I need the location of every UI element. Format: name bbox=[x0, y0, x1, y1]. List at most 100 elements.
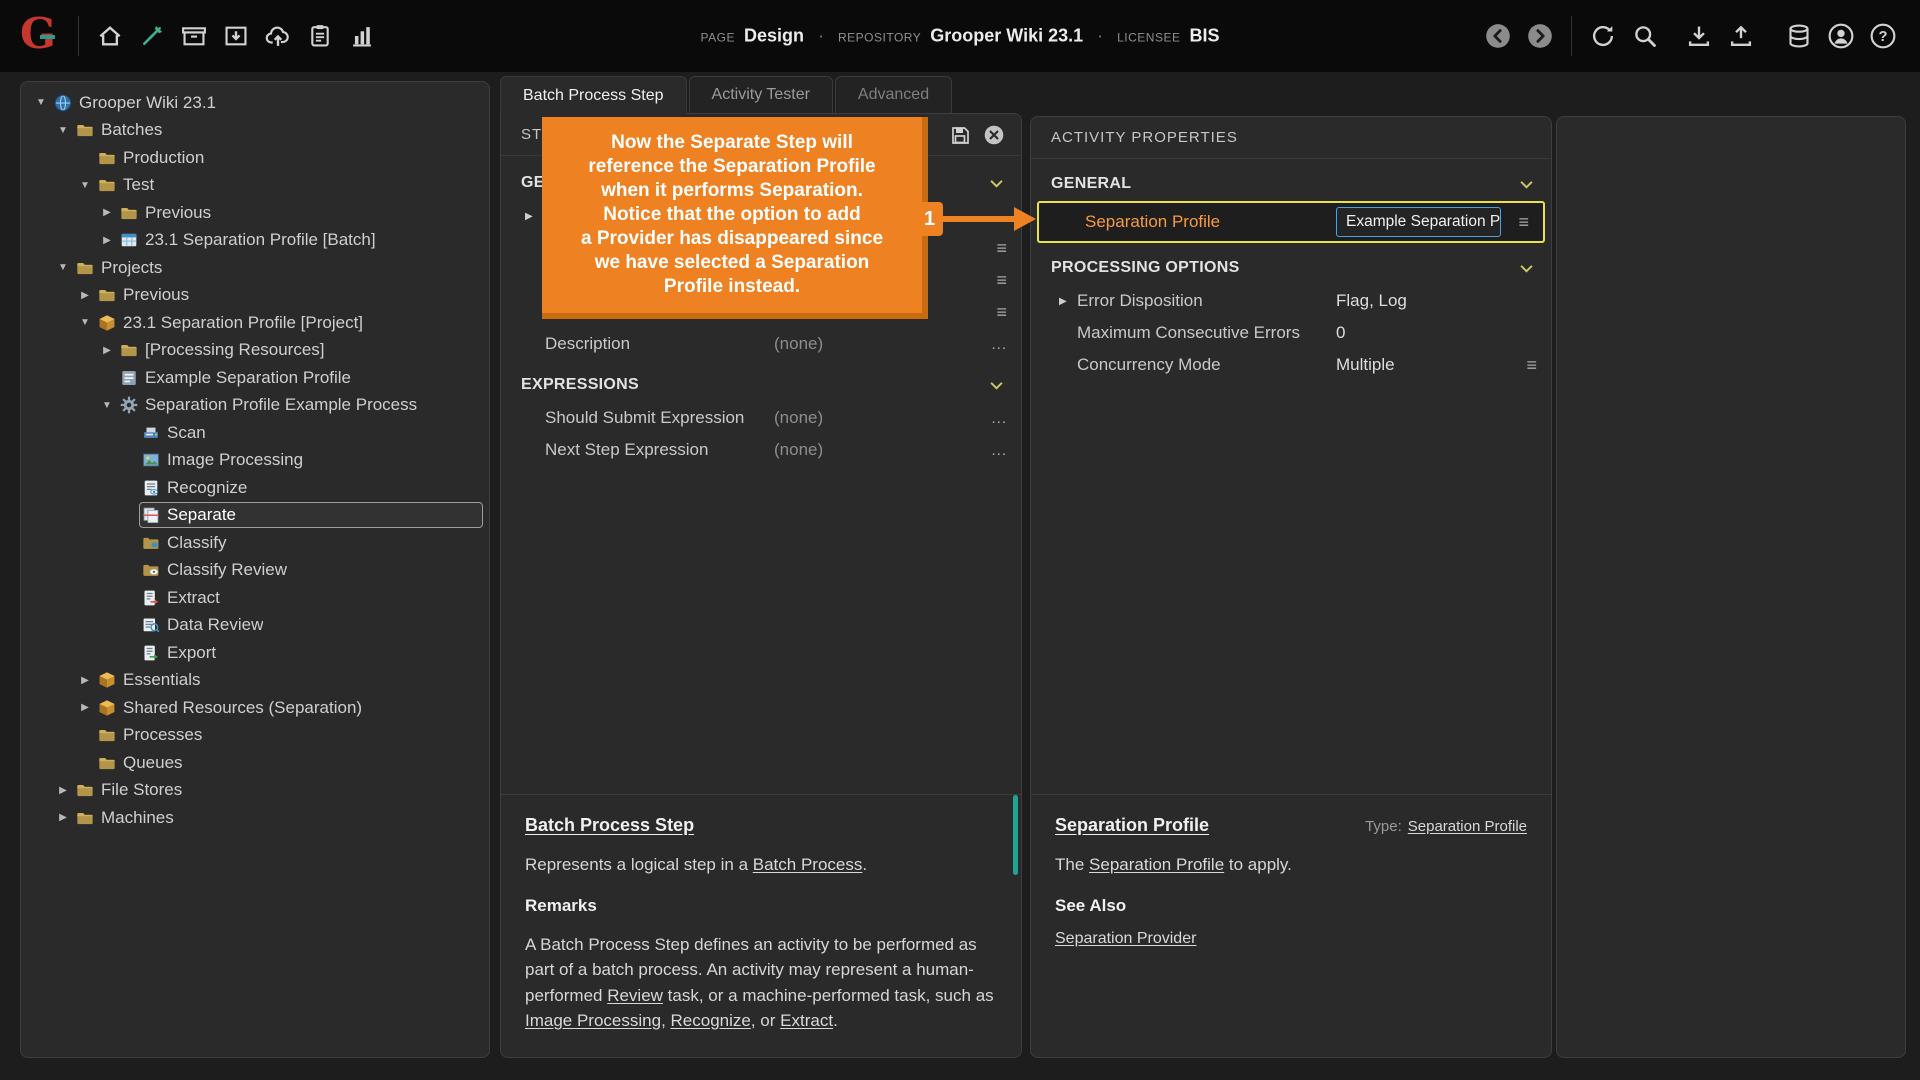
tasks-clipboard-button[interactable] bbox=[301, 17, 339, 55]
save-button[interactable] bbox=[945, 120, 975, 150]
menu-icon[interactable]: ≡ bbox=[1515, 355, 1537, 376]
help-link[interactable]: Image Processing bbox=[525, 1011, 661, 1030]
tree-expander-icon[interactable]: ▶ bbox=[97, 345, 117, 356]
tree-item-classify-review[interactable]: Classify Review bbox=[21, 557, 489, 585]
see-also-link[interactable]: Separation Provider bbox=[1055, 930, 1527, 948]
property-row-maximum-consecutive-errors[interactable]: Maximum Consecutive Errors 0 bbox=[1031, 317, 1551, 349]
grooper-logo[interactable]: G bbox=[20, 13, 56, 55]
tree-item-previous[interactable]: ▶ Previous bbox=[21, 282, 489, 310]
ellipsis-button[interactable]: ... bbox=[985, 336, 1007, 353]
user-button[interactable] bbox=[1822, 17, 1860, 55]
help-title-link[interactable]: Batch Process Step bbox=[525, 815, 694, 836]
tree-expander-icon[interactable]: ▼ bbox=[97, 400, 117, 411]
tree-item-extract[interactable]: Extract bbox=[21, 584, 489, 612]
tree-item-processes[interactable]: Processes bbox=[21, 722, 489, 750]
tree-expander-icon[interactable]: ▶ bbox=[97, 235, 117, 246]
inbox-button[interactable] bbox=[217, 17, 255, 55]
back-button[interactable] bbox=[1479, 17, 1517, 55]
tree-item-batches[interactable]: ▼ Batches bbox=[21, 117, 489, 145]
tree-item-classify[interactable]: Classify bbox=[21, 529, 489, 557]
property-row-next-step-expression[interactable]: Next Step Expression (none)... bbox=[501, 434, 1021, 466]
property-row-separation-profile[interactable]: Separation Profile Example Separation Pro… bbox=[1037, 201, 1545, 243]
tree-expander-icon[interactable]: ▶ bbox=[75, 702, 95, 713]
help-link[interactable]: Separation Profile bbox=[1089, 855, 1224, 874]
download-button[interactable] bbox=[1680, 17, 1718, 55]
tree-item-separation-profile-example-process[interactable]: ▼ Separation Profile Example Process bbox=[21, 392, 489, 420]
tree-expander-icon[interactable]: ▶ bbox=[53, 812, 73, 823]
archive-box-button[interactable] bbox=[175, 17, 213, 55]
upload-button[interactable] bbox=[1722, 17, 1760, 55]
tree-item-essentials[interactable]: ▶ Essentials bbox=[21, 667, 489, 695]
stats-chart-button[interactable] bbox=[343, 17, 381, 55]
tree-expander-icon[interactable]: ▼ bbox=[53, 125, 73, 136]
tree-expander-icon[interactable]: ▶ bbox=[97, 207, 117, 218]
tree-item-export[interactable]: Export bbox=[21, 639, 489, 667]
tree-item-projects[interactable]: ▼ Projects bbox=[21, 254, 489, 282]
menu-icon[interactable]: ≡ bbox=[985, 270, 1007, 291]
help-button[interactable]: ? bbox=[1864, 17, 1902, 55]
tree-item-test[interactable]: ▼ Test bbox=[21, 172, 489, 200]
tree-item-previous[interactable]: ▶ Previous bbox=[21, 199, 489, 227]
menu-icon[interactable]: ≡ bbox=[1507, 212, 1529, 233]
tree-expander-icon[interactable]: ▼ bbox=[75, 317, 95, 328]
tree-item-shared-resources-separation[interactable]: ▶ Shared Resources (Separation) bbox=[21, 694, 489, 722]
expand-arrow-icon[interactable]: ▶ bbox=[525, 211, 533, 222]
help-link[interactable]: Review bbox=[607, 986, 663, 1005]
home-button[interactable] bbox=[91, 17, 129, 55]
expand-arrow-icon[interactable]: ▶ bbox=[1059, 296, 1067, 307]
close-button[interactable] bbox=[979, 120, 1009, 150]
tree-item-queues[interactable]: Queues bbox=[21, 749, 489, 777]
tree-item-23-1-separation-profile-project[interactable]: ▼ 23.1 Separation Profile [Project] bbox=[21, 309, 489, 337]
tree-item-machines[interactable]: ▶ Machines bbox=[21, 804, 489, 832]
tree-expander-icon[interactable]: ▼ bbox=[75, 180, 95, 191]
help-title-link[interactable]: Separation Profile bbox=[1055, 815, 1209, 836]
property-row-error-disposition[interactable]: ▶ Error Disposition Flag, Log bbox=[1031, 285, 1551, 317]
chevron-down-icon[interactable] bbox=[990, 381, 1003, 390]
upload-cloud-button[interactable] bbox=[259, 17, 297, 55]
tree-item-processing-resources[interactable]: ▶ [Processing Resources] bbox=[21, 337, 489, 365]
help-link[interactable]: Extract bbox=[780, 1011, 833, 1030]
tree-expander-icon[interactable]: ▼ bbox=[53, 262, 73, 273]
tab-advanced[interactable]: Advanced bbox=[834, 76, 953, 113]
property-row-should-submit-expression[interactable]: Should Submit Expression (none)... bbox=[501, 402, 1021, 434]
help-link[interactable]: Recognize bbox=[671, 1011, 751, 1030]
tree-item-23-1-separation-profile-batch[interactable]: ▶ 23.1 Separation Profile [Batch] bbox=[21, 227, 489, 255]
type-value-link[interactable]: Separation Profile bbox=[1408, 818, 1527, 835]
tree-item-image-processing[interactable]: Image Processing bbox=[21, 447, 489, 475]
scrollbar-thumb[interactable] bbox=[1013, 795, 1018, 875]
tree-item-scan[interactable]: Scan bbox=[21, 419, 489, 447]
chevron-down-icon[interactable] bbox=[990, 179, 1003, 188]
database-button[interactable] bbox=[1780, 17, 1818, 55]
help-title-row: Separation Profile Type: Separation Profi… bbox=[1055, 815, 1527, 836]
tree-item-separate[interactable]: Separate bbox=[21, 502, 489, 530]
ellipsis-button[interactable]: ... bbox=[985, 442, 1007, 459]
refresh-button[interactable] bbox=[1584, 17, 1622, 55]
tree-expander-icon[interactable]: ▶ bbox=[75, 675, 95, 686]
menu-icon[interactable]: ≡ bbox=[985, 238, 1007, 259]
tree-expander-icon[interactable]: ▶ bbox=[53, 785, 73, 796]
tab-batch-process-step[interactable]: Batch Process Step bbox=[500, 76, 687, 114]
chevron-down-icon[interactable] bbox=[1520, 264, 1533, 273]
chevron-down-icon[interactable] bbox=[1520, 180, 1533, 189]
tree-item-file-stores[interactable]: ▶ File Stores bbox=[21, 777, 489, 805]
section-expressions[interactable]: EXPRESSIONS bbox=[501, 368, 1021, 402]
section-processing-options[interactable]: PROCESSING OPTIONS bbox=[1031, 251, 1551, 285]
property-row-description[interactable]: Description (none)... bbox=[501, 328, 1021, 360]
ellipsis-button[interactable]: ... bbox=[985, 410, 1007, 427]
tree-expander-icon[interactable]: ▶ bbox=[75, 290, 95, 301]
tree-item-data-review[interactable]: Data Review bbox=[21, 612, 489, 640]
forward-button[interactable] bbox=[1521, 17, 1559, 55]
tree-item-example-separation-profile[interactable]: Example Separation Profile bbox=[21, 364, 489, 392]
tab-activity-tester[interactable]: Activity Tester bbox=[688, 76, 833, 113]
help-link[interactable]: Batch Process bbox=[753, 855, 863, 874]
design-tools-button[interactable] bbox=[133, 17, 171, 55]
value-chip[interactable]: Example Separation Profile bbox=[1336, 207, 1501, 237]
tree-expander-icon[interactable]: ▼ bbox=[31, 97, 51, 108]
tree-item-grooper-wiki-23-1[interactable]: ▼ Grooper Wiki 23.1 bbox=[21, 89, 489, 117]
menu-icon[interactable]: ≡ bbox=[985, 302, 1007, 323]
section-general[interactable]: GENERAL bbox=[1031, 167, 1551, 201]
tree-item-production[interactable]: Production bbox=[21, 144, 489, 172]
tree-item-recognize[interactable]: Recognize bbox=[21, 474, 489, 502]
property-row-concurrency-mode[interactable]: Concurrency Mode Multiple ≡ bbox=[1031, 349, 1551, 381]
search-button[interactable] bbox=[1626, 17, 1664, 55]
